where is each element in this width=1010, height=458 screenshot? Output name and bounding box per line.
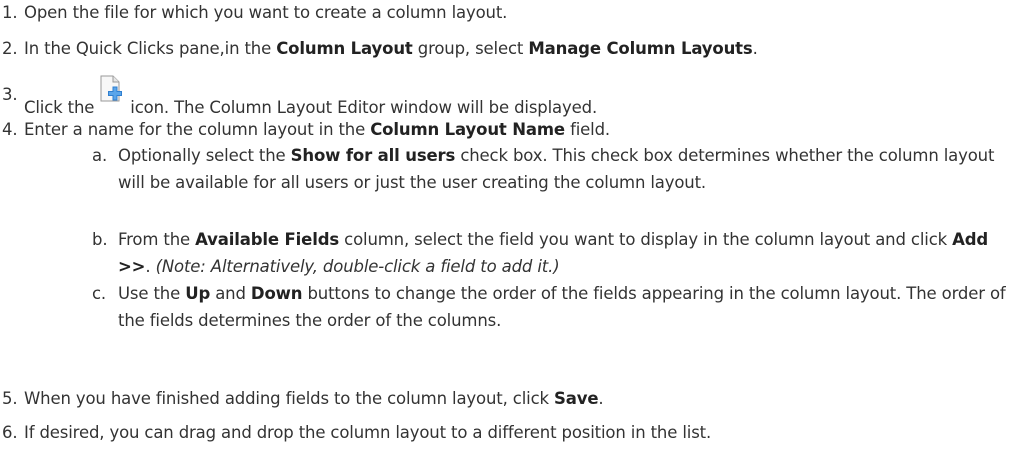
new-document-icon xyxy=(98,75,124,105)
substep-letter: a. xyxy=(92,146,108,165)
step-number: 4. xyxy=(2,120,18,139)
step-text: Enter a name for the column layout in th… xyxy=(24,120,610,139)
text-run: Enter a name for the column layout in th… xyxy=(24,120,371,139)
text-run: . xyxy=(145,257,156,276)
step-text: Click the icon. The Column Layout Editor… xyxy=(24,75,598,117)
bold-term: Manage Column Layouts xyxy=(528,39,753,58)
italic-note: (Note: Alternatively, double-click a fie… xyxy=(155,257,560,276)
substep-text: From the Available Fields column, select… xyxy=(118,226,1010,280)
text-run: Use the xyxy=(118,284,186,303)
text-run: . xyxy=(752,39,758,58)
bold-term: Available Fields xyxy=(195,230,340,249)
text-run: From the xyxy=(118,230,196,249)
bold-term: Show for all users xyxy=(290,146,456,165)
substep-letter: c. xyxy=(92,284,107,303)
bold-term: Up xyxy=(185,284,211,303)
bold-term: Save xyxy=(554,389,599,408)
substep-text: Optionally select the Show for all users… xyxy=(118,142,1010,196)
text-run: In the Quick Clicks pane,in the xyxy=(24,39,277,58)
bold-term: Column Layout xyxy=(276,39,413,58)
bold-term: Down xyxy=(250,284,303,303)
text-run: . xyxy=(598,389,604,408)
step-number: 2. xyxy=(2,39,18,58)
text-run: Optionally select the xyxy=(118,146,291,165)
step-number: 6. xyxy=(2,423,18,442)
bold-term: Column Layout Name xyxy=(370,120,565,139)
step-text-before-icon: Click the xyxy=(24,98,95,117)
substep-letter: b. xyxy=(92,230,108,249)
step-text-after-icon: icon. The Column Layout Editor window wi… xyxy=(130,98,598,117)
text-run: When you have finished adding fields to … xyxy=(24,389,554,408)
text-run: field. xyxy=(564,120,611,139)
step-text: In the Quick Clicks pane,in the Column L… xyxy=(24,39,758,58)
step-number: 1. xyxy=(2,3,18,22)
step-number: 5. xyxy=(2,389,18,408)
text-run: Open the file for which you want to crea… xyxy=(24,3,508,22)
substep-text: Use the Up and Down buttons to change th… xyxy=(118,280,1010,334)
step-text: When you have finished adding fields to … xyxy=(24,389,604,408)
text-run: and xyxy=(210,284,251,303)
step-text: Open the file for which you want to crea… xyxy=(24,3,507,22)
text-run: group, select xyxy=(412,39,529,58)
step-text: If desired, you can drag and drop the co… xyxy=(24,423,711,442)
step-number: 3. xyxy=(2,85,18,104)
text-run: If desired, you can drag and drop the co… xyxy=(24,423,712,442)
text-run: column, select the field you want to dis… xyxy=(339,230,953,249)
